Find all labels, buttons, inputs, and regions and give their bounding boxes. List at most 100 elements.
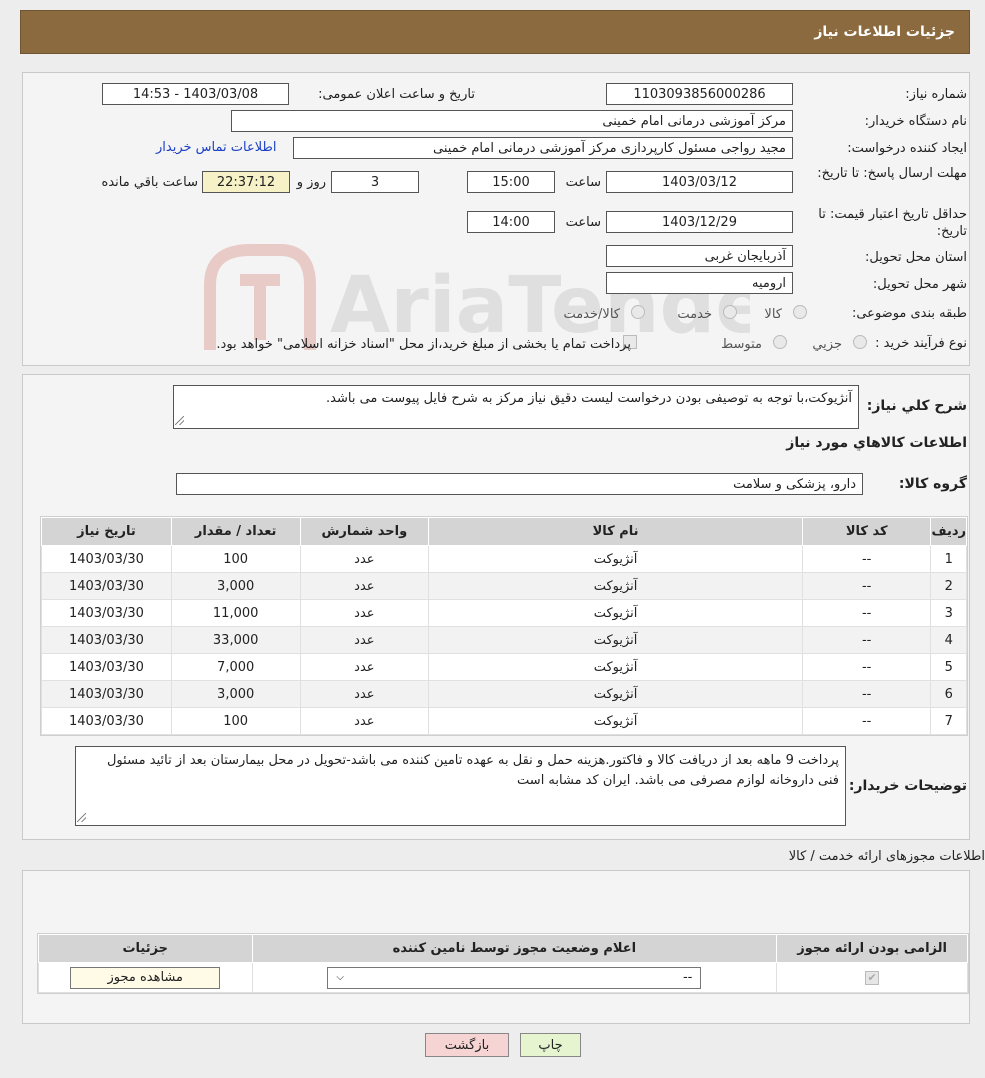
permits-table-header: الزامی بودن ارائه مجوز اعلام وضعیت مجوز … (38, 934, 968, 963)
cell-unit: عدد (299, 707, 430, 735)
cell-permit-details: مشاهده مجوز (38, 962, 253, 993)
goods-group-field: دارو، پزشکی و سلامت (176, 473, 863, 495)
cell-need-date: 1403/03/30 (41, 545, 172, 573)
cell-permit-required: ✔ (776, 962, 968, 993)
cell-row-number: 7 (930, 707, 967, 735)
permits-section-title: اطلاعات مجوزهای ارائه خدمت / کالا (788, 849, 985, 864)
purchase-process-label: نوع فرآیند خرید : (875, 336, 967, 351)
col-goods-code: کد کالا (801, 517, 932, 546)
description-resize-handle[interactable] (175, 416, 184, 425)
delivery-city-label: شهر محل تحویل: (872, 277, 967, 292)
reply-deadline-label: مهلت ارسال پاسخ: تا تاریخ: (817, 166, 967, 181)
cell-row-number: 2 (930, 572, 967, 600)
days-remaining-field: 3 (331, 171, 419, 193)
permit-status-select[interactable]: ⌵ -- (327, 966, 702, 989)
col-unit: واحد شمارش (299, 517, 430, 546)
category-goods-label: کالا (764, 307, 782, 322)
cell-unit: عدد (299, 545, 430, 573)
validity-time-field: 14:00 (467, 211, 555, 233)
cell-quantity: 100 (170, 707, 301, 735)
col-permit-details: جزئیات (38, 934, 253, 963)
permits-table: الزامی بودن ارائه مجوز اعلام وضعیت مجوز … (38, 934, 968, 993)
view-permit-button[interactable]: مشاهده مجوز (70, 966, 221, 989)
cell-goods-name: آنژیوکت (428, 599, 803, 627)
announce-datetime-field: 1403/03/08 - 14:53 (102, 83, 289, 105)
cell-goods-name: آنژیوکت (428, 707, 803, 735)
cell-need-date: 1403/03/30 (41, 599, 172, 627)
days-label: روز و (296, 175, 326, 190)
creator-label: ایجاد کننده درخواست: (847, 141, 967, 156)
cell-goods-code: -- (801, 599, 932, 627)
validity-time-label: ساعت (565, 215, 601, 230)
col-goods-name: نام کالا (428, 517, 803, 546)
table-row: 6 -- آنژیوکت عدد 3,000 1403/03/30 (41, 680, 967, 708)
goods-group-label: گروه کالا: (898, 476, 967, 492)
cell-goods-name: آنژیوکت (428, 626, 803, 654)
cell-quantity: 11,000 (170, 599, 301, 627)
cell-row-number: 5 (930, 653, 967, 681)
buyer-notes-resize-handle[interactable] (77, 813, 86, 822)
col-need-date: تاریخ نیاز (41, 517, 172, 546)
buyer-notes-textarea[interactable]: پرداخت 9 ماهه بعد از دریافت کالا و فاکتو… (75, 746, 846, 826)
category-goods-service-radio[interactable] (631, 305, 645, 319)
cell-row-number: 1 (930, 545, 967, 573)
goods-table-header: ردیف کد کالا نام کالا واحد شمارش تعداد /… (41, 517, 967, 546)
back-button[interactable]: بازگشت (425, 1033, 509, 1057)
col-row-number: ردیف (930, 517, 967, 546)
description-textarea[interactable]: آنژیوکت،با توجه به توصیفی بودن درخواست ل… (173, 385, 859, 429)
category-goods-radio[interactable] (793, 305, 807, 319)
permit-required-checkbox: ✔ (865, 971, 880, 985)
reply-date-field: 1403/03/12 (606, 171, 793, 193)
buyer-notes-label: توضیحات خریدار: (848, 778, 967, 794)
cell-quantity: 100 (170, 545, 301, 573)
col-quantity: تعداد / مقدار (170, 517, 301, 546)
table-row: 3 -- آنژیوکت عدد 11,000 1403/03/30 (41, 599, 967, 627)
remaining-time-field: 22:37:12 (202, 171, 290, 193)
buyer-org-field: مرکز آموزشی درمانی امام خمینی (231, 110, 793, 132)
buyer-contact-link[interactable]: اطلاعات تماس خریدار (156, 140, 276, 155)
col-permit-status: اعلام وضعیت مجوز توسط نامین کننده (251, 934, 778, 963)
process-medium-label: متوسط (721, 337, 762, 352)
delivery-province-label: استان محل تحویل: (865, 250, 967, 265)
table-row: ✔ ⌵ -- مشاهده مجوز (38, 962, 968, 993)
cell-goods-code: -- (801, 653, 932, 681)
permits-table-wrapper: الزامی بودن ارائه مجوز اعلام وضعیت مجوز … (37, 933, 969, 994)
cell-goods-code: -- (801, 626, 932, 654)
cell-goods-code: -- (801, 572, 932, 600)
creator-field: مجید رواجی مسئول کارپردازی مرکز آموزشی د… (293, 137, 793, 159)
cell-quantity: 3,000 (170, 680, 301, 708)
cell-quantity: 3,000 (170, 572, 301, 600)
cell-row-number: 6 (930, 680, 967, 708)
cell-need-date: 1403/03/30 (41, 653, 172, 681)
page-title: جزئیات اطلاعات نیاز (814, 24, 955, 40)
cell-row-number: 3 (930, 599, 967, 627)
page-header: جزئیات اطلاعات نیاز (20, 10, 970, 54)
cell-goods-name: آنژیوکت (428, 653, 803, 681)
description-label: شرح کلي نیاز: (866, 398, 967, 414)
process-minor-radio[interactable] (853, 335, 867, 349)
table-row: 1 -- آنژیوکت عدد 100 1403/03/30 (41, 545, 967, 573)
process-medium-radio[interactable] (773, 335, 787, 349)
need-number-field: 1103093856000286 (606, 83, 793, 105)
cell-need-date: 1403/03/30 (41, 626, 172, 654)
goods-section-title: اطلاعات کالاهاي مورد نیاز (786, 435, 967, 451)
print-button[interactable]: چاپ (520, 1033, 581, 1057)
cell-goods-code: -- (801, 545, 932, 573)
need-number-label: شماره نیاز: (905, 87, 967, 102)
cell-goods-name: آنژیوکت (428, 572, 803, 600)
cell-quantity: 7,000 (170, 653, 301, 681)
process-minor-label: جزيي (812, 337, 842, 352)
table-row: 4 -- آنژیوکت عدد 33,000 1403/03/30 (41, 626, 967, 654)
cell-goods-name: آنژیوکت (428, 680, 803, 708)
reply-time-label: ساعت (565, 175, 601, 190)
cell-goods-name: آنژیوکت (428, 545, 803, 573)
cell-row-number: 4 (930, 626, 967, 654)
delivery-city-field: ارومیه (606, 272, 793, 294)
cell-unit: عدد (299, 572, 430, 600)
delivery-province-field: آذربایجان غربی (606, 245, 793, 267)
cell-permit-status: ⌵ -- (251, 962, 778, 993)
chevron-down-icon: ⌵ (336, 972, 344, 983)
remaining-time-label: ساعت باقي مانده (101, 175, 198, 190)
col-permit-required: الزامی بودن ارائه مجوز (776, 934, 968, 963)
category-service-radio[interactable] (723, 305, 737, 319)
